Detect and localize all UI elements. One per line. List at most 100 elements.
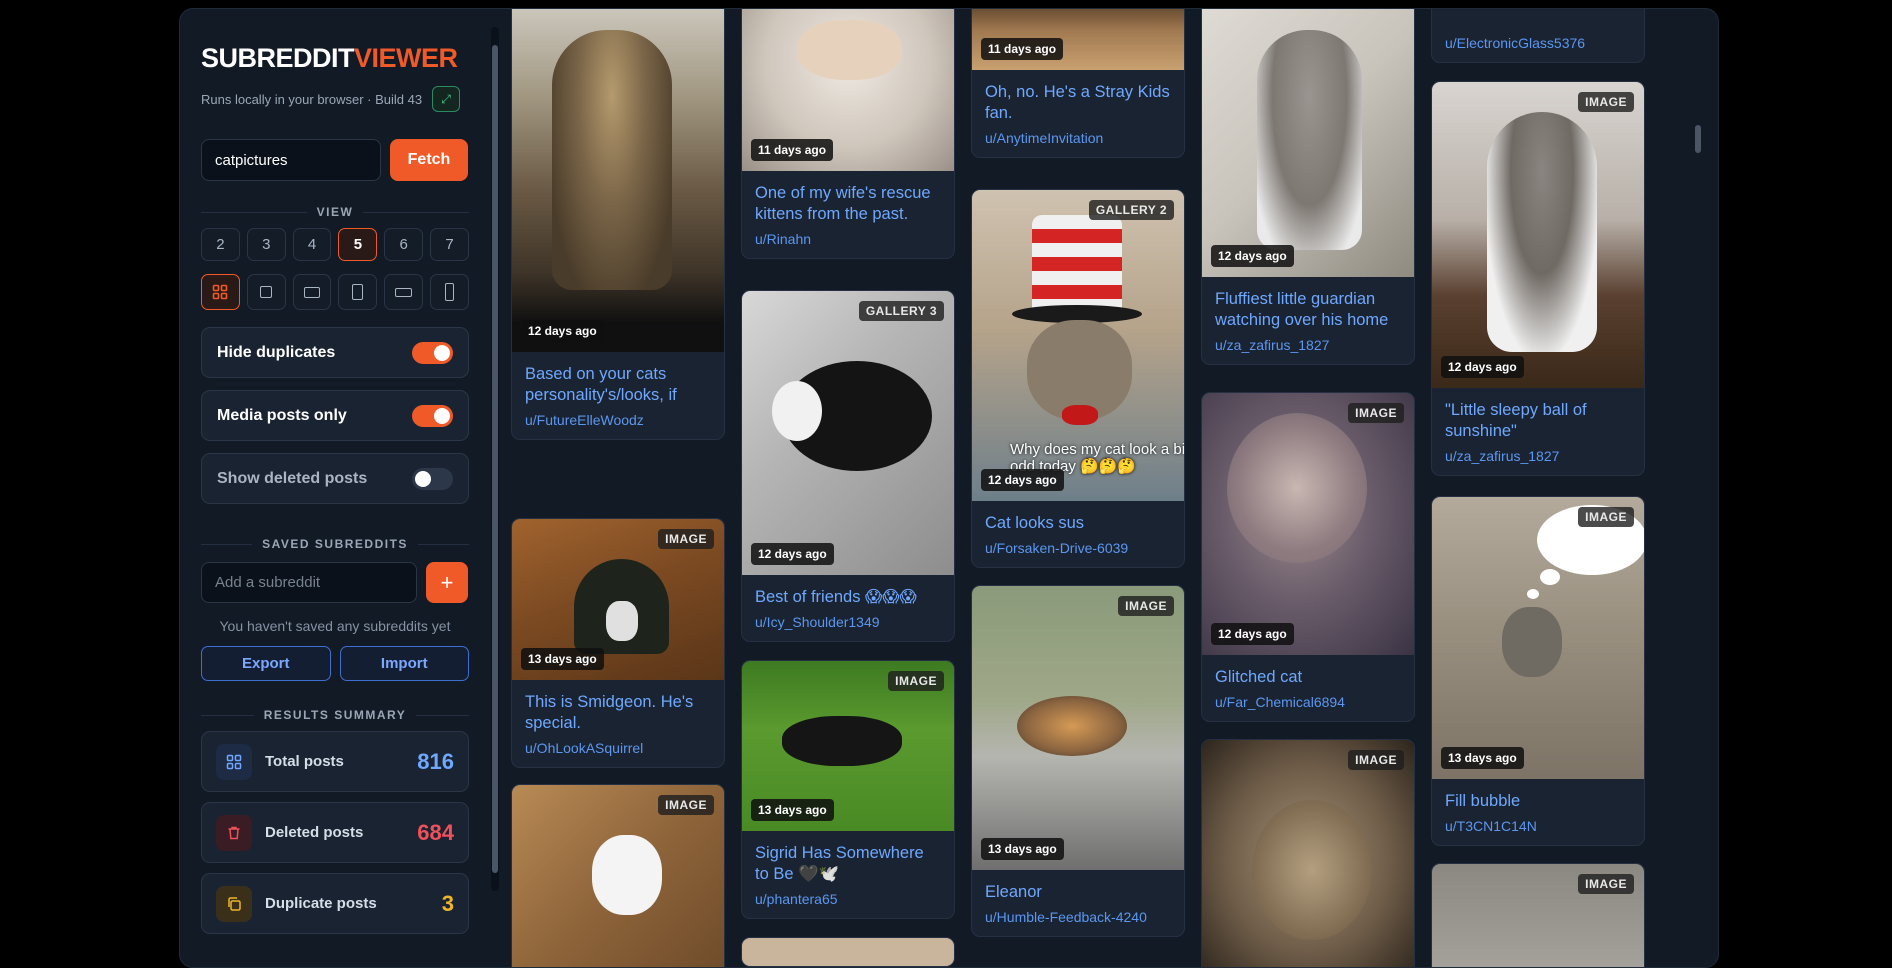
post-title[interactable]: Eleanor [972, 870, 1184, 903]
post-image[interactable]: GALLERY 3 12 days ago [742, 291, 954, 575]
post-card[interactable]: 11 days ago Oh, no. He's a Stray Kids fa… [971, 9, 1185, 159]
columns-3-button[interactable]: 3 [246, 228, 286, 261]
post-image[interactable]: IMAGE [1202, 740, 1414, 967]
duplicate-posts-value: 3 [441, 890, 454, 916]
post-image[interactable]: IMAGE 13 days ago [972, 586, 1184, 870]
post-author[interactable]: u/ElectronicGlass5376 [1432, 35, 1644, 62]
post-feed: 12 days ago Based on your cats personali… [507, 9, 1692, 967]
post-title[interactable]: Glitched cat [1202, 655, 1414, 688]
post-card[interactable]: 11 days ago One of my wife's rescue kitt… [741, 9, 955, 260]
post-author[interactable]: u/za_zafirus_1827 [1432, 442, 1644, 475]
post-image[interactable]: IMAGE 12 days ago [1202, 393, 1414, 655]
columns-7-button[interactable]: 7 [430, 228, 469, 261]
grid-icon [216, 743, 252, 780]
add-subreddit-button[interactable]: + [426, 562, 468, 603]
portrait-layout-button[interactable] [338, 274, 378, 310]
post-title[interactable]: "Little sleepy ball of sunshine" [1432, 388, 1644, 442]
post-title[interactable]: One of my wife's rescue kittens from the… [742, 171, 954, 225]
post-card[interactable]: Why does my cat look a bit odd today 🤔🤔🤔… [971, 189, 1185, 569]
post-image[interactable]: 12 days ago [512, 9, 724, 352]
post-card[interactable]: IMAGE 12 days ago "Little sleepy ball of… [1431, 81, 1645, 477]
post-image[interactable]: IMAGE [512, 785, 724, 967]
square-layout-button[interactable] [246, 274, 286, 310]
columns-4-button[interactable]: 4 [292, 228, 332, 261]
landscape-layout-button[interactable] [292, 274, 332, 310]
post-title[interactable]: Based on your cats personality's/looks, … [512, 352, 724, 406]
post-title[interactable]: Oh, no. He's a Stray Kids fan. [972, 70, 1184, 124]
post-title[interactable]: This is Smidgeon. He's special. [512, 680, 724, 734]
expand-icon[interactable]: ⤢ [432, 86, 461, 112]
subreddit-input[interactable]: catpictures [201, 139, 381, 181]
media-only-toggle-row[interactable]: Media posts only [201, 390, 469, 441]
post-card[interactable]: IMAGE [511, 784, 725, 967]
post-author[interactable]: u/AnytimeInvitation [972, 124, 1184, 157]
post-title[interactable]: Fluffiest little guardian watching over … [1202, 277, 1414, 331]
post-image[interactable]: IMAGE 12 days ago [1432, 82, 1644, 388]
post-badge: IMAGE [888, 671, 944, 691]
post-author[interactable]: u/FutureElleWoodz [512, 406, 724, 439]
post-author[interactable]: u/Forsaken-Drive-6039 [972, 534, 1184, 567]
post-author[interactable]: u/Rinahn [742, 225, 954, 258]
post-author[interactable]: u/Humble-Feedback-4240 [972, 903, 1184, 936]
post-image[interactable]: 11 days ago [972, 9, 1184, 70]
post-image[interactable]: IMAGE 13 days ago [742, 661, 954, 831]
post-title[interactable]: Best of friends 😱😱😱 [742, 575, 954, 608]
saved-row: Add a subreddit + [201, 562, 469, 603]
post-card[interactable]: IMAGE 13 days ago Eleanor u/Humble-Feedb… [971, 585, 1185, 938]
columns-5-button[interactable]: 5 [338, 228, 378, 261]
post-badge: IMAGE [1578, 92, 1634, 112]
post-card[interactable]: IMAGE [1431, 863, 1645, 967]
show-deleted-toggle-row[interactable]: Show deleted posts [201, 453, 469, 504]
portrait-icon [352, 284, 364, 300]
post-image[interactable]: 12 days ago [1202, 9, 1414, 277]
post-card[interactable]: 12 days ago Based on your cats personali… [511, 9, 725, 441]
feed-scrollbar[interactable] [1694, 27, 1702, 891]
post-title[interactable]: Sigrid Has Somewhere to Be 🖤🕊️ [742, 831, 954, 885]
post-author[interactable]: u/OhLookASquirrel [512, 734, 724, 767]
total-posts-stat: Total posts 816 [201, 731, 469, 792]
post-author[interactable]: u/Icy_Shoulder1349 [742, 608, 954, 641]
post-card[interactable]: IMAGE 13 days ago Fill bubble u/T3CN1C14… [1431, 496, 1645, 847]
post-badge: GALLERY 2 [1088, 200, 1174, 220]
post-image[interactable]: IMAGE 13 days ago [512, 519, 724, 680]
post-card[interactable]: 12 days ago Fluffiest little guardian wa… [1201, 9, 1415, 366]
post-title[interactable]: Cat looks sus [972, 501, 1184, 534]
hide-duplicates-switch[interactable] [412, 341, 453, 364]
post-card[interactable]: IMAGE [1201, 739, 1415, 967]
post-image[interactable]: IMAGE [1432, 864, 1644, 967]
media-only-switch[interactable] [412, 404, 453, 427]
post-card[interactable]: IMAGE 13 days ago Sigrid Has Somewhere t… [741, 660, 955, 920]
post-age: 11 days ago [751, 139, 834, 161]
tall-layout-button[interactable] [430, 274, 469, 310]
post-age: 12 days ago [751, 543, 834, 565]
logo-part2: VIEWER [354, 43, 458, 73]
post-author[interactable]: u/phantera65 [742, 885, 954, 918]
post-author[interactable]: u/T3CN1C14N [1432, 812, 1644, 845]
hide-duplicates-toggle-row[interactable]: Hide duplicates [201, 327, 469, 378]
wide-layout-button[interactable] [384, 274, 424, 310]
copy-icon [216, 885, 252, 922]
show-deleted-switch[interactable] [412, 467, 453, 490]
import-button[interactable]: Import [339, 646, 469, 681]
post-image[interactable]: Why does my cat look a bit odd today 🤔🤔🤔… [972, 190, 1184, 501]
post-card[interactable] [741, 937, 955, 967]
post-author[interactable]: u/Far_Chemical6894 [1202, 688, 1414, 721]
add-subreddit-input[interactable]: Add a subreddit [201, 562, 417, 603]
post-author[interactable]: u/za_zafirus_1827 [1202, 331, 1414, 364]
duplicate-posts-stat: Duplicate posts 3 [201, 873, 469, 934]
columns-2-button[interactable]: 2 [201, 228, 240, 261]
post-image[interactable]: 11 days ago [742, 9, 954, 171]
post-age: 13 days ago [751, 799, 834, 821]
post-image[interactable]: IMAGE 13 days ago [1432, 497, 1644, 779]
post-title[interactable]: Fill bubble [1432, 779, 1644, 812]
post-card[interactable]: u/ElectronicGlass5376 [1431, 9, 1645, 63]
post-card[interactable]: GALLERY 3 12 days ago Best of friends 😱😱… [741, 290, 955, 643]
fetch-button[interactable]: Fetch [390, 139, 468, 181]
masonry-layout-button[interactable] [201, 274, 240, 310]
post-card[interactable]: IMAGE 12 days ago Glitched cat u/Far_Che… [1201, 392, 1415, 723]
export-button[interactable]: Export [201, 646, 331, 681]
post-card[interactable]: IMAGE 13 days ago This is Smidgeon. He's… [511, 518, 725, 769]
summary-section-label: RESULTS SUMMARY [201, 708, 469, 722]
columns-6-button[interactable]: 6 [384, 228, 424, 261]
sidebar-scrollbar[interactable] [491, 27, 499, 891]
